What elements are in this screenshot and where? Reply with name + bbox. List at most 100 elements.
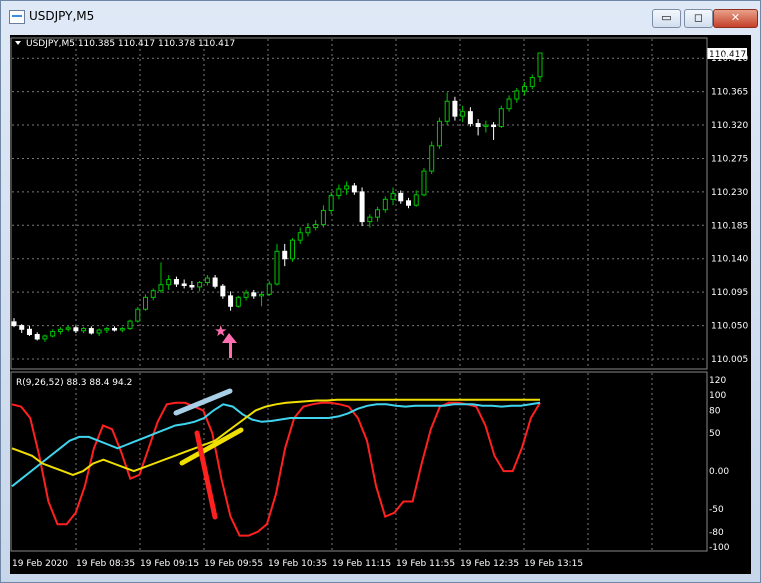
candle-body bbox=[212, 277, 218, 287]
candle bbox=[514, 87, 520, 103]
price-axis-tick: 110.230 bbox=[711, 188, 748, 198]
chart-svg: USDJPY,M5 110.385 110.417 110.378 110.41… bbox=[10, 37, 748, 569]
candle bbox=[235, 295, 241, 308]
candle-body bbox=[421, 170, 427, 196]
candle-body bbox=[282, 250, 288, 260]
candle bbox=[320, 205, 326, 228]
candle bbox=[274, 243, 280, 286]
candle bbox=[444, 92, 450, 126]
time-axis-label: 19 Feb 10:35 bbox=[268, 559, 327, 569]
candle-body bbox=[166, 279, 172, 286]
oscillator-axis-tick: -50 bbox=[709, 505, 724, 515]
oscillator-line-r26 bbox=[11, 401, 541, 488]
candle bbox=[375, 206, 381, 222]
candle-body bbox=[483, 124, 489, 128]
maximize-button[interactable]: ◻ bbox=[684, 9, 713, 28]
candle bbox=[467, 107, 473, 127]
price-axis-tick: 110.185 bbox=[711, 221, 748, 231]
trendline-yellow[interactable] bbox=[179, 427, 244, 466]
pane-collapse-icon[interactable] bbox=[15, 41, 21, 45]
candle bbox=[127, 319, 133, 331]
candle-body bbox=[19, 325, 25, 330]
candle bbox=[57, 327, 63, 335]
candle bbox=[506, 95, 512, 112]
candle-body bbox=[135, 308, 141, 322]
price-axis-tick: 110.365 bbox=[711, 88, 748, 98]
candle-body bbox=[328, 195, 334, 211]
candle-body bbox=[34, 333, 40, 340]
candle bbox=[96, 328, 102, 336]
candle-body bbox=[529, 77, 535, 87]
close-button[interactable]: ✕ bbox=[713, 9, 758, 28]
chart-canvas[interactable]: USDJPY,M5 110.385 110.417 110.378 110.41… bbox=[10, 35, 751, 574]
candle bbox=[475, 119, 481, 136]
time-axis-label: 19 Feb 13:15 bbox=[524, 559, 583, 569]
time-axis-label: 19 Feb 12:35 bbox=[460, 559, 519, 569]
candle-body bbox=[413, 194, 419, 206]
candle-body bbox=[537, 52, 543, 78]
terminal-window: USDJPY,M5 ▭ ◻ ✕ USDJPY,M5 110.385 110.41… bbox=[0, 0, 761, 583]
candle bbox=[181, 279, 187, 289]
candle bbox=[305, 223, 311, 237]
candle bbox=[104, 327, 110, 334]
candle bbox=[243, 289, 249, 301]
candle bbox=[413, 190, 419, 207]
candle-body bbox=[235, 296, 241, 307]
candle-body bbox=[320, 209, 326, 226]
candle-body bbox=[506, 98, 512, 110]
candle-body bbox=[514, 90, 520, 100]
minimize-button[interactable]: ▭ bbox=[652, 9, 681, 28]
candle-body bbox=[522, 85, 528, 92]
price-axis-tick: 110.410 bbox=[711, 54, 748, 64]
candle bbox=[359, 187, 365, 227]
candle bbox=[336, 184, 342, 200]
candle bbox=[204, 275, 210, 286]
candle-body bbox=[173, 279, 179, 285]
candle-body bbox=[57, 328, 63, 333]
oscillator-line-r9 bbox=[11, 401, 541, 537]
candle-body bbox=[158, 284, 164, 292]
candle bbox=[529, 74, 535, 90]
candle-body bbox=[127, 320, 133, 330]
candle bbox=[65, 325, 71, 332]
price-axis-tick: 110.095 bbox=[711, 288, 748, 298]
candle bbox=[251, 289, 257, 299]
candle-body bbox=[143, 296, 148, 310]
price-axis-tick: 110.275 bbox=[711, 154, 748, 164]
title-bar[interactable]: USDJPY,M5 ▭ ◻ ✕ bbox=[1, 1, 760, 31]
oscillator-axis-tick: 80 bbox=[709, 406, 721, 416]
candle bbox=[266, 281, 272, 296]
candle-body bbox=[112, 328, 118, 331]
candle-body bbox=[460, 111, 466, 117]
time-axis-label: 19 Feb 11:15 bbox=[332, 559, 391, 569]
candle-body bbox=[475, 123, 481, 128]
candle-body bbox=[390, 192, 396, 200]
candle-body bbox=[96, 329, 102, 334]
candle-body bbox=[398, 192, 404, 202]
candle-body bbox=[313, 224, 319, 229]
candle-body bbox=[251, 292, 257, 297]
candle bbox=[228, 291, 234, 311]
time-axis-label: 19 Feb 09:55 bbox=[204, 559, 263, 569]
candle-body bbox=[274, 250, 280, 285]
candle bbox=[351, 182, 357, 195]
candle bbox=[282, 243, 288, 267]
candle bbox=[328, 191, 334, 215]
candle bbox=[73, 325, 79, 334]
oscillator-axis-tick: -80 bbox=[709, 528, 724, 538]
candle-body bbox=[181, 283, 187, 286]
candle bbox=[50, 329, 56, 338]
candle bbox=[452, 96, 458, 121]
candle bbox=[135, 307, 141, 323]
candle bbox=[498, 105, 504, 129]
oscillator-axis-tick: 100 bbox=[709, 391, 726, 401]
candle-body bbox=[73, 327, 79, 332]
time-axis-label: 19 Feb 11:55 bbox=[396, 559, 455, 569]
candle bbox=[88, 326, 94, 335]
window-title: USDJPY,M5 bbox=[29, 9, 95, 23]
price-axis-tick: 110.005 bbox=[711, 355, 748, 365]
candle bbox=[81, 327, 87, 334]
candle-body bbox=[65, 327, 71, 330]
candle bbox=[166, 275, 172, 290]
candle-body bbox=[42, 335, 48, 340]
